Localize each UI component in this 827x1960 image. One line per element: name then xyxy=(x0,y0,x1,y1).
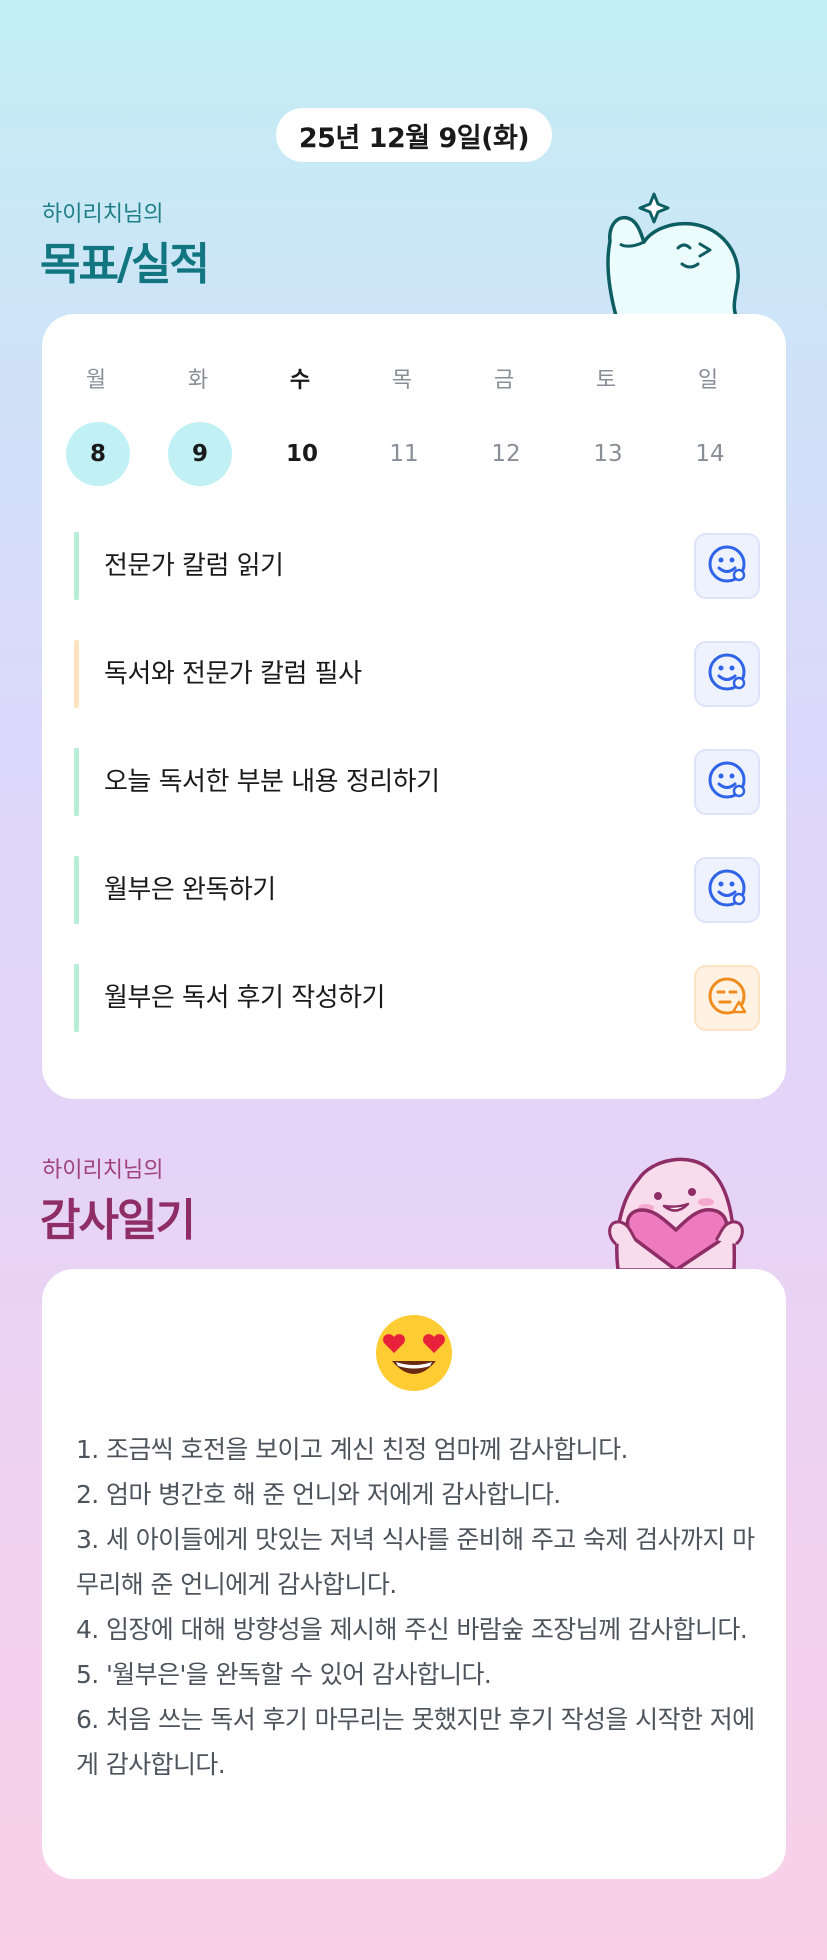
goal-color-bar xyxy=(74,748,79,816)
day-number: 9 xyxy=(168,422,232,486)
thanks-journal-text: 1. 조금씩 호전을 보이고 계신 친정 엄마께 감사합니다. 2. 엄마 병간호… xyxy=(76,1427,756,1787)
day-number: 11 xyxy=(389,441,419,467)
thanks-title: 감사일기 xyxy=(40,1195,196,1246)
goal-color-bar xyxy=(74,532,79,600)
smile-icon xyxy=(705,542,749,590)
goal-text: 전문가 칼럼 읽기 xyxy=(104,551,284,581)
day-number: 12 xyxy=(491,441,521,467)
heart-hugging-mascot-illustration xyxy=(608,1157,744,1270)
calendar-day[interactable]: 토 13 xyxy=(554,314,658,494)
thanks-line: 5. '월부은'을 완독할 수 있어 감사합니다. xyxy=(76,1660,492,1689)
date-pill[interactable]: 25년 12월 9일(화) xyxy=(276,108,552,162)
day-of-week-label: 토 xyxy=(595,368,617,393)
meh-icon xyxy=(705,974,749,1022)
goal-color-bar xyxy=(74,964,79,1032)
day-number: 13 xyxy=(593,441,623,467)
goal-text: 오늘 독서한 부분 내용 정리하기 xyxy=(104,767,440,797)
waving-mascot-illustration xyxy=(606,192,740,316)
smile-icon xyxy=(705,758,749,806)
goal-color-bar xyxy=(74,640,79,708)
thanks-line: 1. 조금씩 호전을 보이고 계신 친정 엄마께 감사합니다. xyxy=(76,1435,628,1464)
goal-row[interactable]: 오늘 독서한 부분 내용 정리하기 xyxy=(74,748,760,816)
day-of-week-label: 수 xyxy=(289,368,311,393)
goal-text: 월부은 완독하기 xyxy=(104,875,276,905)
goal-row[interactable]: 독서와 전문가 칼럼 필사 xyxy=(74,640,760,708)
goal-status-button[interactable] xyxy=(694,857,760,923)
goal-color-bar xyxy=(74,856,79,924)
day-number: 8 xyxy=(66,422,130,486)
day-of-week-label: 월 xyxy=(85,368,107,393)
thanks-card: 1. 조금씩 호전을 보이고 계신 친정 엄마께 감사합니다. 2. 엄마 병간호… xyxy=(42,1269,786,1879)
goal-status-button[interactable] xyxy=(694,965,760,1031)
goals-subtitle: 하이리치님의 xyxy=(42,202,164,227)
goal-row[interactable]: 전문가 칼럼 읽기 xyxy=(74,532,760,600)
goals-card: 월 8 화 9 수 10 목 11 금 12 토 13 일 14 전문가 칼럼 읽기 독서와 전문가 칼럼 … xyxy=(42,314,786,1099)
day-of-week-label: 금 xyxy=(493,368,515,393)
goal-status-button[interactable] xyxy=(694,533,760,599)
day-of-week-label: 일 xyxy=(697,368,719,393)
goal-status-button[interactable] xyxy=(694,749,760,815)
heart-eyes-emoji-icon xyxy=(376,1315,452,1391)
goals-title: 목표/실적 xyxy=(40,239,210,290)
goal-text: 월부은 독서 후기 작성하기 xyxy=(104,983,385,1013)
calendar-day[interactable]: 수 10 xyxy=(248,314,352,494)
thanks-line: 6. 처음 쓰는 독서 후기 마무리는 못했지만 후기 작성을 시작한 저에게 … xyxy=(76,1705,755,1779)
goal-status-button[interactable] xyxy=(694,641,760,707)
thanks-subtitle: 하이리치님의 xyxy=(42,1158,164,1183)
day-of-week-label: 화 xyxy=(187,368,209,393)
goal-text: 독서와 전문가 칼럼 필사 xyxy=(104,659,362,689)
calendar-day[interactable]: 일 14 xyxy=(656,314,760,494)
calendar-day[interactable]: 화9 xyxy=(146,314,250,494)
smile-icon xyxy=(705,866,749,914)
calendar-day[interactable]: 금 12 xyxy=(452,314,556,494)
week-calendar: 월 8 화 9 수 10 목 11 금 12 토 13 일 14 xyxy=(42,314,786,494)
thanks-line: 4. 임장에 대해 방향성을 제시해 주신 바람숲 조장님께 감사합니다. xyxy=(76,1615,748,1644)
day-of-week-label: 목 xyxy=(391,368,413,393)
smile-icon xyxy=(705,650,749,698)
thanks-line: 3. 세 아이들에게 맛있는 저녁 식사를 준비해 주고 숙제 검사까지 마무리… xyxy=(76,1525,755,1599)
goal-row[interactable]: 월부은 독서 후기 작성하기 xyxy=(74,964,760,1032)
calendar-day[interactable]: 목 11 xyxy=(350,314,454,494)
goal-row[interactable]: 월부은 완독하기 xyxy=(74,856,760,924)
calendar-day[interactable]: 월8 xyxy=(44,314,148,494)
day-number: 14 xyxy=(695,441,725,467)
thanks-line: 2. 엄마 병간호 해 준 언니와 저에게 감사합니다. xyxy=(76,1480,561,1509)
day-number: 10 xyxy=(285,441,318,467)
